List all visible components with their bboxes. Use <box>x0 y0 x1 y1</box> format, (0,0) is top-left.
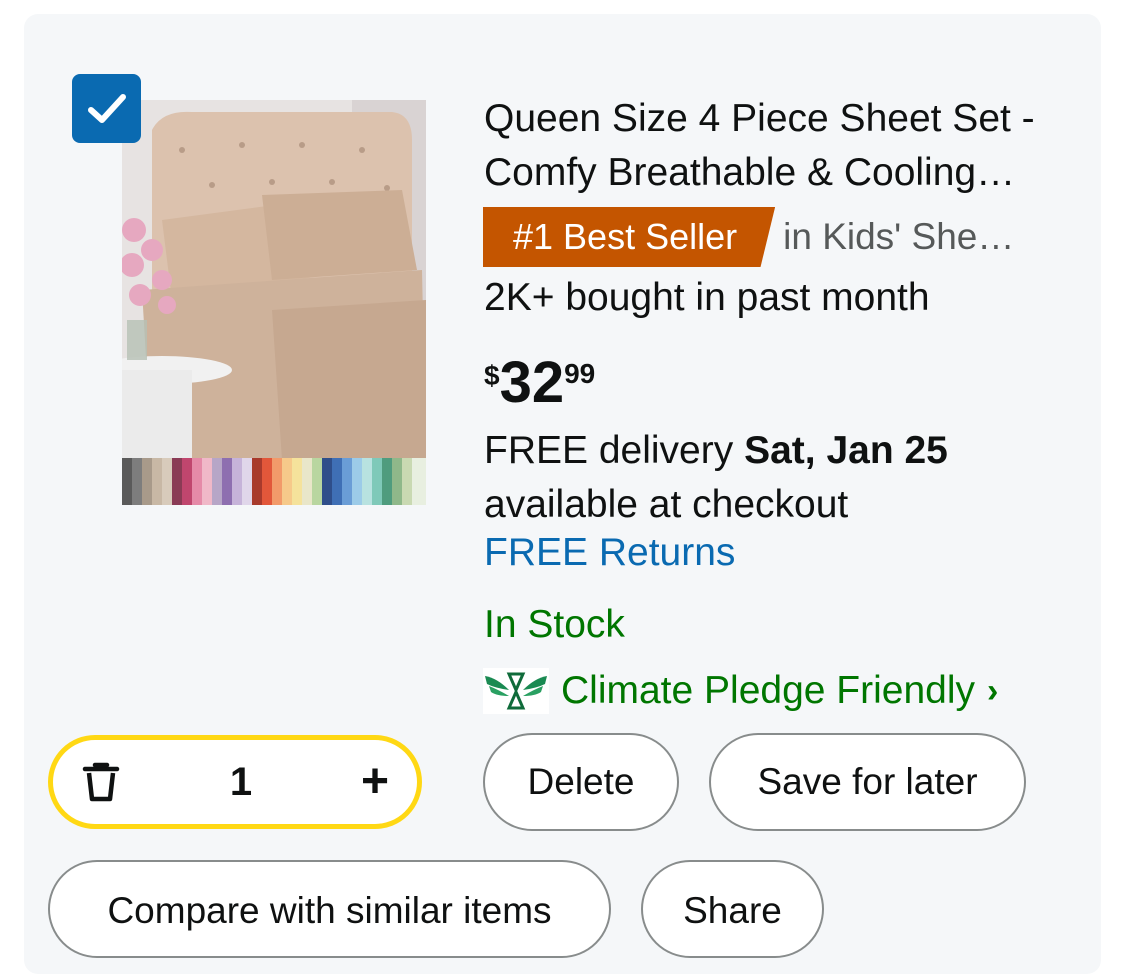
checkmark-icon <box>87 93 126 123</box>
plus-icon[interactable]: + <box>361 758 389 806</box>
product-title[interactable]: Queen Size 4 Piece Sheet Set - Comfy Bre… <box>484 92 1074 200</box>
best-seller-row[interactable]: #1 Best Seller in Kids' She… <box>483 207 1045 267</box>
product-image[interactable] <box>122 100 426 505</box>
delivery-info: FREE delivery Sat, Jan 25 available at c… <box>484 424 948 532</box>
save-for-later-button[interactable]: Save for later <box>709 733 1026 831</box>
climate-pledge-link[interactable]: Climate Pledge Friendly › <box>483 668 998 714</box>
price-currency: $ <box>484 360 500 391</box>
chevron-right-icon: › <box>987 671 999 710</box>
share-button[interactable]: Share <box>641 860 824 958</box>
delete-button[interactable]: Delete <box>483 733 679 831</box>
climate-pledge-label[interactable]: Climate Pledge Friendly <box>561 669 975 713</box>
trash-icon[interactable] <box>81 760 121 804</box>
delivery-note: available at checkout <box>484 483 849 526</box>
stock-status: In Stock <box>484 603 625 646</box>
price: $ 32 99 <box>484 352 595 414</box>
best-seller-category[interactable]: in Kids' She… <box>783 216 1045 258</box>
quantity-stepper[interactable]: 1 + <box>48 735 422 829</box>
price-whole: 32 <box>499 350 565 415</box>
quantity-value: 1 <box>229 759 253 804</box>
select-item-checkbox[interactable] <box>72 74 141 143</box>
climate-pledge-icon <box>483 668 549 714</box>
compare-similar-button[interactable]: Compare with similar items <box>48 860 611 958</box>
best-seller-badge: #1 Best Seller <box>483 207 776 267</box>
price-fraction: 99 <box>564 358 596 389</box>
product-title-line2[interactable]: Comfy Breathable & Cooling… <box>484 146 1074 200</box>
free-returns-link[interactable]: FREE Returns <box>484 531 735 575</box>
product-title-line1[interactable]: Queen Size 4 Piece Sheet Set - <box>484 92 1074 146</box>
delivery-date: Sat, Jan 25 <box>744 429 948 472</box>
delivery-prefix: FREE delivery <box>484 429 745 472</box>
bought-count: 2K+ bought in past month <box>484 276 930 319</box>
